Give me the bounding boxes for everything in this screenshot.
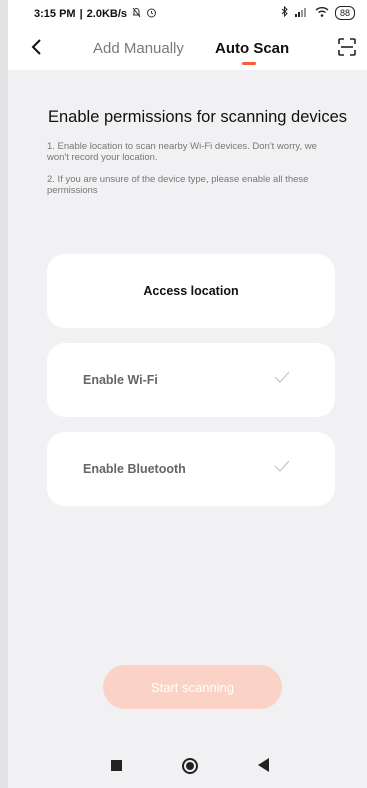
permission-label: Enable Wi-Fi (83, 373, 158, 387)
network-speed: 2.0KB/s (86, 8, 128, 20)
permission-card-location[interactable]: Access location (47, 254, 335, 328)
permission-card-bluetooth[interactable]: Enable Bluetooth (47, 432, 335, 506)
permission-label: Enable Bluetooth (83, 462, 186, 476)
status-left: 3:15 PM | 2.0KB/s (34, 7, 157, 21)
status-separator: | (79, 8, 83, 20)
tab-add-manually[interactable]: Add Manually (93, 40, 184, 57)
main-content: Enable permissions for scanning devices … (8, 70, 367, 744)
back-triangle-icon[interactable] (258, 758, 269, 772)
recent-apps-icon[interactable] (111, 760, 122, 771)
battery-indicator: 88 (334, 6, 355, 20)
check-icon (273, 370, 291, 384)
top-nav: Add Manually Auto Scan (8, 28, 367, 70)
status-bar: 3:15 PM | 2.0KB/s 88 (8, 0, 367, 28)
active-tab-indicator (242, 62, 256, 65)
page-title: Enable permissions for scanning devices (48, 108, 347, 126)
notification-icon (131, 7, 142, 21)
hint-location: 1. Enable location to scan nearby Wi-Fi … (47, 141, 317, 163)
status-right: 88 (281, 5, 355, 20)
permission-card-wifi[interactable]: Enable Wi-Fi (47, 343, 335, 417)
check-icon (273, 459, 291, 473)
alarm-icon (146, 7, 157, 21)
scan-frame-icon[interactable] (337, 37, 357, 57)
signal-icon (294, 7, 309, 20)
bluetooth-icon (281, 5, 289, 20)
system-nav-bar (8, 744, 367, 788)
home-icon-dot (186, 762, 194, 770)
start-scanning-button[interactable]: Start scanning (103, 665, 282, 709)
chevron-left-icon[interactable] (26, 36, 48, 58)
edge-strip (0, 0, 8, 788)
permission-label: Access location (143, 284, 239, 298)
hint-permissions: 2. If you are unsure of the device type,… (47, 174, 309, 196)
tab-auto-scan[interactable]: Auto Scan (215, 40, 289, 57)
wifi-icon (315, 6, 329, 20)
home-icon[interactable] (182, 758, 198, 774)
status-time: 3:15 PM (34, 8, 76, 20)
